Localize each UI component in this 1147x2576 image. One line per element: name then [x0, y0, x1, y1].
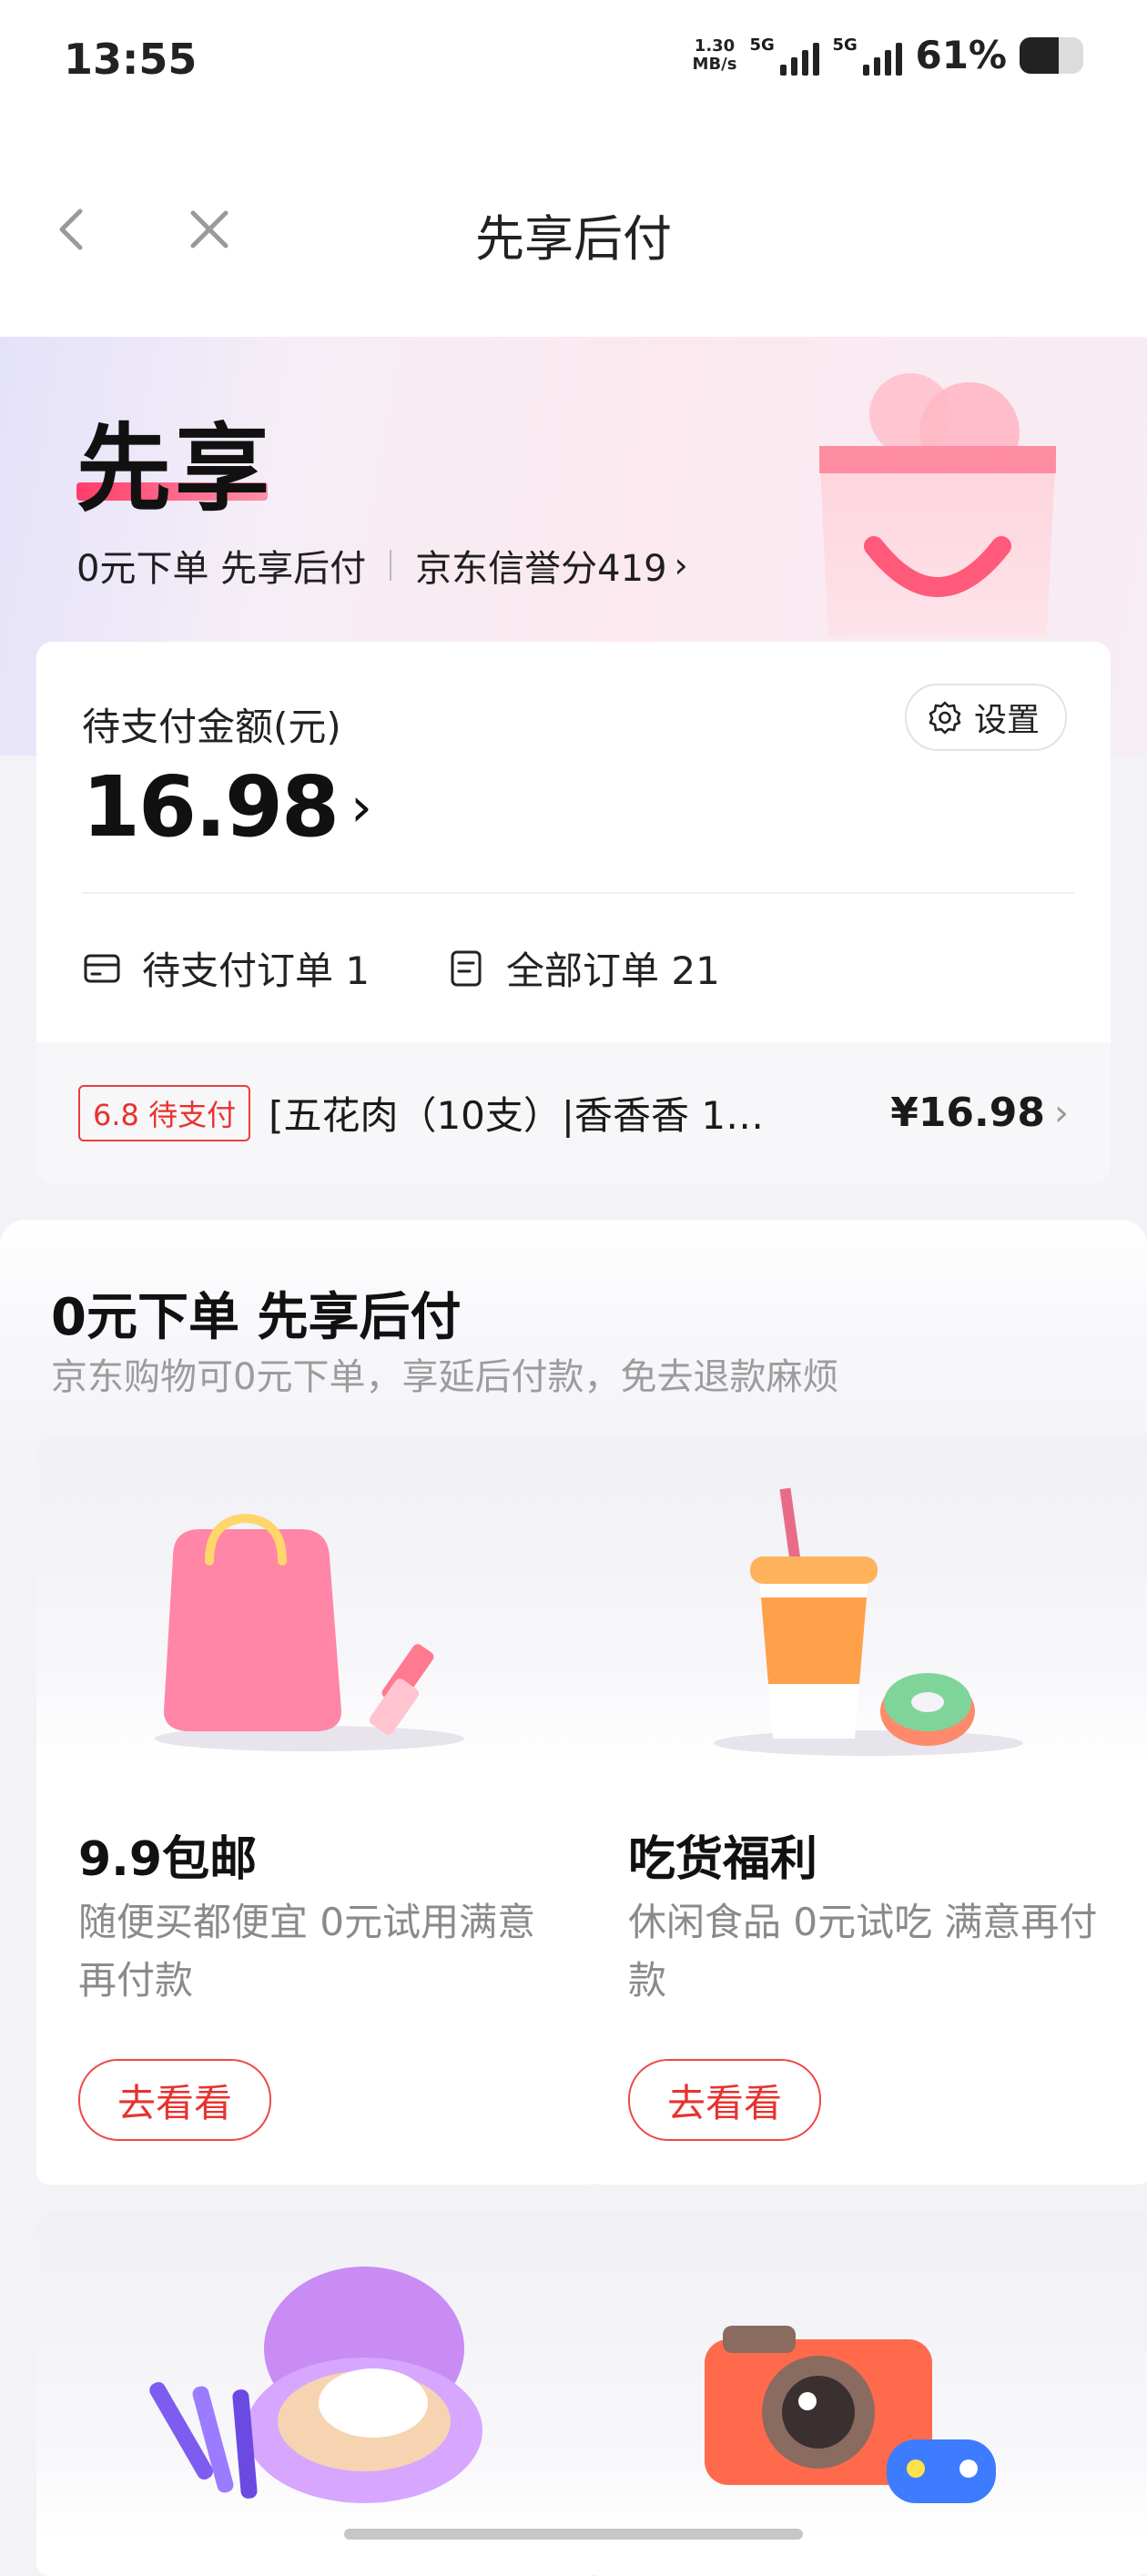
hero-title: 先享 [76, 413, 274, 524]
settings-button[interactable]: 设置 [904, 684, 1067, 751]
order-name: [五花肉（10支）|香香香 1… [269, 1093, 765, 1138]
document-icon [451, 950, 482, 986]
pending-order-row[interactable]: 6.8 待支付 [五花肉（10支）|香香香 1… ¥16.98 › [36, 1042, 1111, 1183]
tile-title: 吃货福利 [628, 1832, 818, 1887]
divider [390, 550, 392, 581]
status-badge: 6.8 待支付 [78, 1084, 251, 1141]
pending-amount-label: 待支付金额(元) [82, 705, 341, 749]
makeup-compact-icon [149, 2267, 482, 2503]
promo-tile-electronics[interactable] [586, 2212, 1147, 2576]
page-title: 先享后付 [475, 210, 672, 268]
pending-amount[interactable]: 16.98 › [82, 758, 372, 856]
shopping-bag-icon [155, 1513, 464, 1751]
credit-score-link[interactable]: 京东信誉分419 [415, 539, 666, 592]
tile-description: 随便买都便宜 0元试用满意再付款 [78, 1900, 536, 2003]
tile-description: 休闲食品 0元试吃 满意再付款 [628, 1900, 1098, 2003]
chevron-right-icon: › [674, 545, 688, 585]
tile-title: 9.9包邮 [78, 1832, 258, 1887]
network-speed: 1.30 MB/s [692, 35, 737, 74]
signal-icon-sim2: 5G [832, 35, 903, 76]
shopping-bag-icon [819, 373, 1056, 637]
card-icon [84, 954, 120, 982]
status-icons: 1.30 MB/s 5G 5G 61% [693, 33, 1083, 77]
hero-subtitle: 0元下单 先享后付 京东信誉分419 › [76, 539, 688, 592]
gear-icon [929, 701, 961, 735]
promo-tile-free-shipping[interactable]: 9.9包邮 随便买都便宜 0元试用满意再付款 去看看 [36, 1438, 601, 2185]
home-indicator[interactable] [344, 2529, 803, 2540]
go-see-button[interactable]: 去看看 [78, 2059, 271, 2141]
promo-tile-beauty[interactable] [36, 2212, 601, 2576]
chevron-right-icon: › [1054, 1091, 1069, 1134]
order-price: ¥16.98 [890, 1090, 1045, 1136]
signal-icon-sim1: 5G [749, 35, 820, 76]
camera-gamepad-icon [705, 2326, 996, 2503]
nav-bar: 先享后付 [0, 127, 1147, 337]
payment-card: 待支付金额(元) 16.98 › 设置 待支付订单 1 全部订单 21 6.8 … [36, 642, 1111, 1183]
all-orders-link[interactable]: 全部订单 21 [446, 940, 720, 996]
status-bar: 13:55 1.30 MB/s 5G 5G 61% [0, 0, 1147, 127]
promo-title: 0元下单 先享后付 [51, 1288, 462, 1347]
battery-percent: 61% [915, 33, 1007, 77]
battery-icon [1020, 36, 1083, 74]
divider [82, 892, 1074, 894]
chevron-right-icon: › [350, 775, 372, 839]
go-see-button[interactable]: 去看看 [628, 2059, 821, 2141]
pending-orders-link[interactable]: 待支付订单 1 [82, 940, 370, 996]
status-time: 13:55 [64, 35, 198, 84]
promo-tile-snacks[interactable]: 吃货福利 休闲食品 0元试吃 满意再付款 去看看 [586, 1438, 1147, 2185]
promo-subtitle: 京东购物可0元下单，享延后付款，免去退款麻烦 [51, 1356, 839, 1398]
coffee-donut-icon [714, 1487, 1023, 1756]
